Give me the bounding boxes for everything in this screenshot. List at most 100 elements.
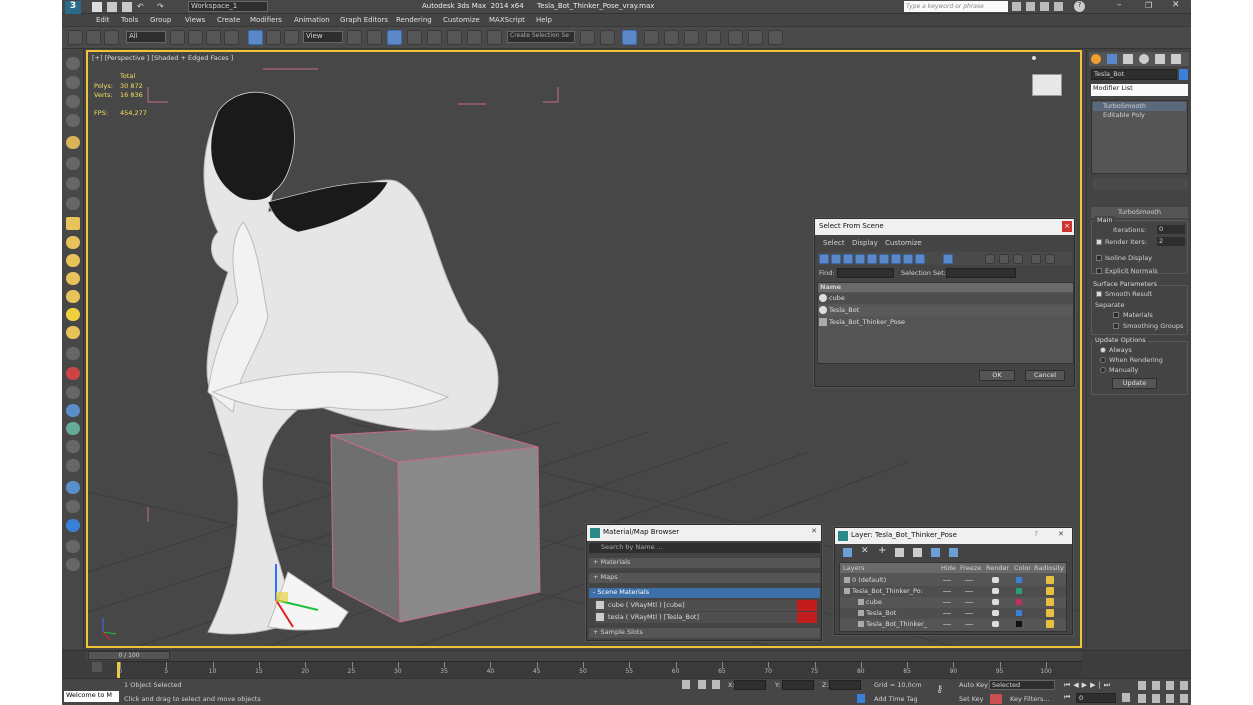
hide-toggle[interactable] [943,602,951,603]
menu-modifiers[interactable]: Modifiers [250,16,282,24]
modify-tab-icon[interactable] [1107,54,1117,64]
highlight-icon[interactable] [913,548,922,557]
layer-color-swatch[interactable] [1016,621,1022,627]
ref-coord-dropdown[interactable]: View [303,31,343,43]
layer-help-icon[interactable]: ? [1034,530,1038,538]
rendered-frame-icon[interactable] [748,30,763,45]
help-icon[interactable]: ? [1074,1,1085,12]
freeze-all-icon[interactable] [949,548,958,557]
key-filters-button[interactable]: Key Filters... [1010,695,1050,703]
manually-radio[interactable] [1100,367,1106,373]
minimize-icon[interactable]: – [1117,0,1122,10]
track-bar[interactable]: 0 5 10 15 20 25 30 35 40 45 50 55 60 65 70 75 80 85 90 95 10… [116,661,1082,678]
close-icon[interactable]: ✕ [1172,0,1180,10]
key-icon[interactable]: ⚷ [936,684,943,695]
select-rotate-icon[interactable] [266,30,281,45]
set-key-button[interactable]: Set Key [959,695,984,703]
filter-groups-icon[interactable] [891,254,901,264]
new-file-icon[interactable] [92,2,102,12]
isolate-icon[interactable] [682,680,690,689]
material-editor-icon[interactable] [706,30,721,45]
radiosity-icon[interactable] [1046,587,1054,595]
filter-shapes-icon[interactable] [831,254,841,264]
filter-bones-icon[interactable] [915,254,925,264]
viewport-label[interactable]: [+] [Perspective ] [Shaded + Edged Faces… [92,54,233,62]
curve-editor-icon[interactable] [664,30,679,45]
maximize-viewport-icon[interactable] [1180,694,1188,703]
tool-3-icon[interactable] [66,95,80,108]
communication-icon[interactable] [1040,2,1049,11]
maps-section[interactable]: + Maps [589,573,820,583]
tool-19-icon[interactable] [66,404,80,417]
percent-snap-icon[interactable] [447,30,462,45]
fov-icon[interactable] [1138,694,1146,703]
cone-primitive-icon[interactable] [66,290,80,303]
hide-column-header[interactable]: Hide [941,564,956,572]
render-teapot-icon[interactable] [992,610,999,616]
when-rendering-radio[interactable] [1100,357,1106,363]
link-icon[interactable] [68,30,83,45]
filter-geometry-icon[interactable] [819,254,829,264]
select-by-name-icon[interactable] [188,30,203,45]
window-crossing-icon[interactable] [224,30,239,45]
cylinder-primitive-icon[interactable] [66,254,80,267]
key-mode-icon[interactable]: ⏮ [1064,693,1070,702]
tool-4-icon[interactable] [66,114,80,127]
light-tool-icon[interactable] [66,136,80,149]
undo-icon[interactable]: ↶ [137,2,144,11]
menu-group[interactable]: Group [150,16,171,24]
utilities-tab-icon[interactable] [1171,54,1181,64]
isoline-checkbox[interactable] [1096,255,1102,261]
named-selection-dropdown[interactable]: Create Selection Se [507,31,575,43]
mirror-icon[interactable] [580,30,595,45]
menu-rendering[interactable]: Rendering [396,16,432,24]
render-teapot-icon[interactable] [992,577,999,583]
ok-button[interactable]: OK [979,370,1015,381]
zoom-icon[interactable] [1138,681,1146,690]
select-object-icon[interactable] [170,30,185,45]
keyboard-shortcut-icon[interactable] [387,30,402,45]
layers-column-header[interactable]: Layers [843,564,865,572]
display-all-icon[interactable] [943,254,953,264]
mini-curve-editor-icon[interactable] [92,662,102,672]
list-item[interactable]: cube [818,293,1073,304]
select-menu[interactable]: Select [823,239,845,247]
layer-color-swatch[interactable] [1016,599,1022,605]
materials-checkbox[interactable] [1113,312,1119,318]
layer-color-swatch[interactable] [1016,577,1022,583]
tool-16-icon[interactable] [66,347,80,360]
freeze-toggle[interactable] [965,602,973,603]
hide-toggle[interactable] [943,591,951,592]
x-coordinate-field[interactable] [734,680,766,690]
create-layer-icon[interactable] [843,548,852,557]
layer-color-swatch[interactable] [1016,610,1022,616]
open-file-icon[interactable] [107,2,117,12]
schematic-view-icon[interactable] [684,30,699,45]
z-coordinate-field[interactable] [829,680,861,690]
sun-light-icon[interactable] [66,308,80,321]
object-color-swatch[interactable] [1179,69,1188,80]
app-logo-icon[interactable]: 3 [65,1,81,14]
stack-item-turbosmooth[interactable]: TurboSmooth [1093,102,1186,111]
tool-21-icon[interactable] [66,440,80,453]
snaps-toggle-icon[interactable] [407,30,422,45]
search-input[interactable]: Type a keyword or phrase [904,1,1008,12]
playback-controls[interactable]: ⏮◀▶▶|⏭ [1064,681,1113,690]
select-all-icon[interactable] [985,254,995,264]
freeze-toggle[interactable] [965,580,973,581]
angle-snap-icon[interactable] [427,30,442,45]
filter-icon[interactable] [1031,254,1041,264]
material-item[interactable]: tesla ( VRayMtl ) [Tesla_Bot] [595,612,817,623]
render-teapot-icon[interactable] [992,621,999,627]
delete-layer-icon[interactable]: ✕ [861,546,869,556]
add-to-layer-icon[interactable]: + [878,545,886,556]
spinner-snap-icon[interactable] [467,30,482,45]
cancel-button[interactable]: Cancel [1025,370,1065,381]
selection-filter-dropdown[interactable]: All [126,31,166,43]
filter-helpers-icon[interactable] [867,254,877,264]
list-item[interactable]: Tesla_Bot [818,305,1073,316]
tool-24-icon[interactable] [66,500,80,513]
name-column-header[interactable]: Name [818,283,1073,292]
time-tag-icon[interactable] [857,694,865,703]
tool-1-icon[interactable] [66,57,80,70]
